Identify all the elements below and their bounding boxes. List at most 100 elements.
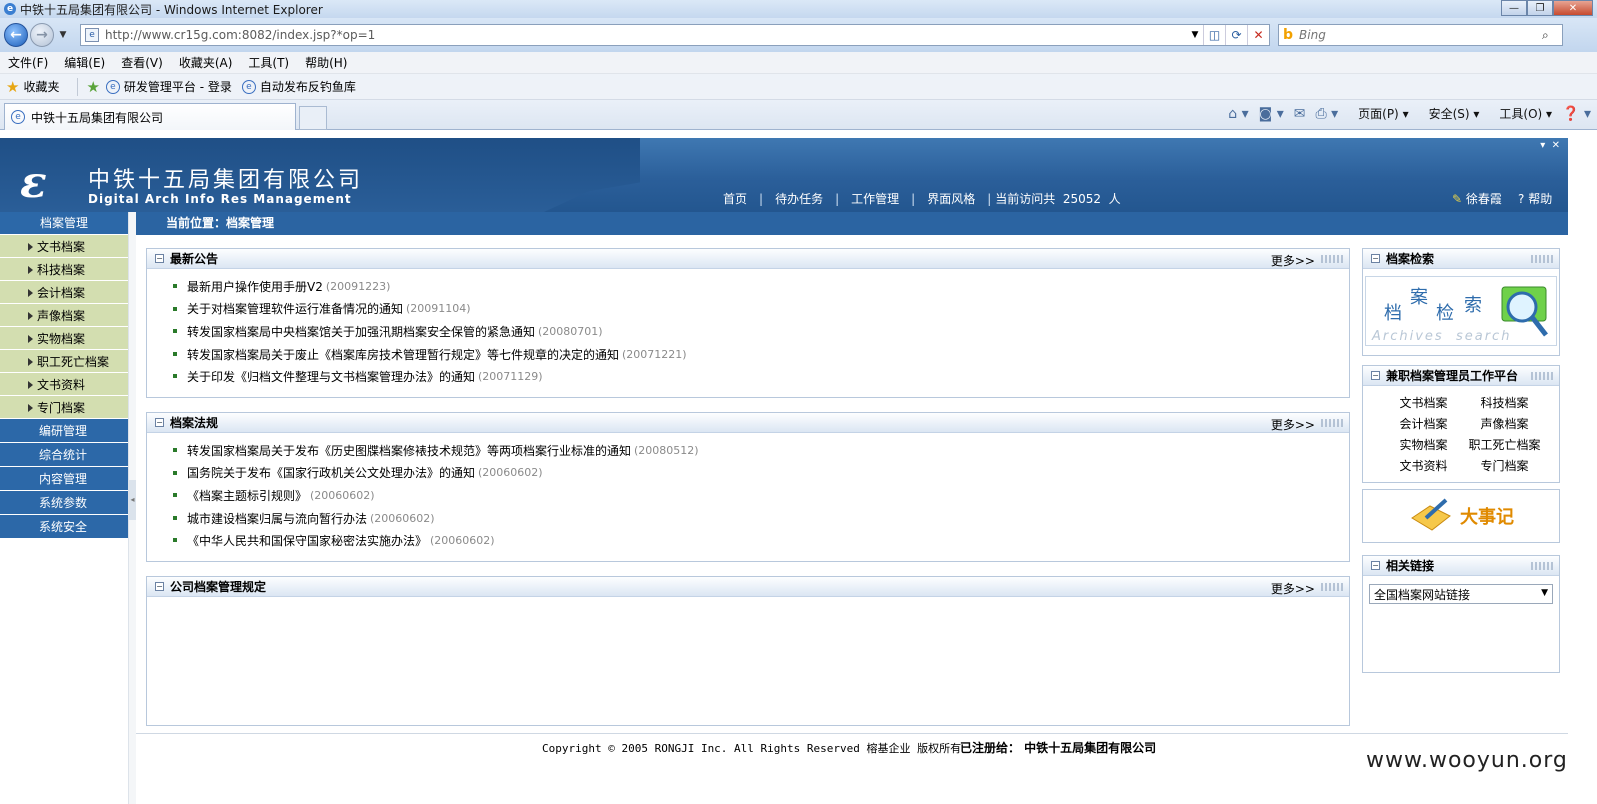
favorites-button[interactable]: ★ 收藏夹 [6,78,59,96]
platform-link[interactable]: 文书资料 [1383,457,1464,473]
sidebar-item-keji[interactable]: 科技档案 [0,258,128,281]
tab-current[interactable]: e 中铁十五局集团有限公司 [4,103,296,130]
list-item[interactable]: 最新用户操作使用手册V2 (20091223) [173,275,1349,298]
sidebar-item-zhigong[interactable]: 职工死亡档案 [0,350,128,373]
platform-link[interactable]: 科技档案 [1464,394,1545,410]
fav-link-antiphishing[interactable]: e 自动发布反钓鱼库 [241,78,356,95]
more-link[interactable]: 更多>> [1271,252,1315,269]
tools-menu[interactable]: 工具(O) ▾ [1489,105,1552,122]
sidebar-item-wenshu[interactable]: 文书档案 [0,235,128,258]
collapse-toggle-icon[interactable]: − [1371,561,1380,570]
list-item[interactable]: 《中华人民共和国保守国家秘密法实施办法》 (20060602) [173,529,1349,552]
menu-favorites[interactable]: 收藏夹(A) [179,54,233,71]
sidebar-item-canshu[interactable]: 系统参数 [0,491,128,515]
sidebar-item-neirong[interactable]: 内容管理 [0,467,128,491]
forward-button[interactable]: → [30,23,54,47]
user-link[interactable]: ✎ 徐春霞 [1452,190,1502,207]
sidebar-item-wenshu-ziliao[interactable]: 文书资料 [0,373,128,396]
compat-view-icon[interactable]: ◫ [1203,25,1225,45]
platform-link[interactable]: 文书档案 [1383,394,1464,410]
platform-link[interactable]: 实物档案 [1383,436,1464,452]
safety-menu[interactable]: 安全(S) ▾ [1419,105,1480,122]
nav-home[interactable]: 首页 [723,190,747,207]
sidebar-item-kuaiji[interactable]: 会计档案 [0,281,128,304]
nav-style[interactable]: 界面风格 [927,190,975,207]
collapse-toggle-icon[interactable]: − [1371,254,1380,263]
close-window-button[interactable]: ✕ [1553,0,1593,16]
sidebar-splitter[interactable]: ◂ [128,212,136,804]
refresh-icon[interactable]: ⟳ [1225,25,1247,45]
address-bar[interactable]: e http://www.cr15g.com:8082/index.jsp?*o… [80,24,1270,46]
menu-edit[interactable]: 编辑(E) [64,54,105,71]
more-link[interactable]: 更多>> [1271,580,1315,597]
platform-link[interactable]: 会计档案 [1383,415,1464,431]
home-icon[interactable]: ⌂ ▾ [1228,106,1248,122]
list-item[interactable]: 国务院关于发布《国家行政机关公文处理办法》的通知 (20060602) [173,462,1349,485]
platform-link[interactable]: 职工死亡档案 [1464,436,1545,452]
fav-link-rd-platform[interactable]: e 研发管理平台 - 登录 [105,78,232,95]
print-icon[interactable]: ⎙ ▾ [1315,106,1338,122]
collapse-toggle-icon[interactable]: − [1371,371,1380,380]
item-link[interactable]: 转发国家档案局关于发布《历史图牒档案修裱技术规范》等两项档案行业标准的通知 [187,442,631,459]
item-link[interactable]: 《档案主题标引规则》 [187,487,307,504]
list-item[interactable]: 关于对档案管理软件运行准备情况的通知 (20091104) [173,298,1349,321]
address-dropdown-icon[interactable]: ▼ [1187,30,1203,40]
add-favorite-icon[interactable]: ★ [86,78,99,96]
collapse-toggle-icon[interactable]: − [155,254,164,263]
item-link[interactable]: 转发国家档案局中央档案馆关于加强汛期档案安全保管的紧急通知 [187,323,535,340]
grip-icon [1531,372,1553,380]
sidebar-head[interactable]: 档案管理 [0,212,128,235]
feeds-icon[interactable]: ◙ ▾ [1259,106,1284,122]
collapse-toggle-icon[interactable]: − [155,418,164,427]
back-button[interactable]: ← [4,23,28,47]
mail-icon[interactable]: ✉ [1294,106,1306,122]
search-icon[interactable]: ⌕ [1542,28,1562,43]
new-tab-button[interactable] [299,106,327,130]
item-link[interactable]: 最新用户操作使用手册V2 [187,278,323,295]
history-dropdown-icon[interactable]: ▼ [56,26,70,44]
menu-tools[interactable]: 工具(T) [248,54,289,71]
collapse-handle[interactable]: ◂ [129,480,136,520]
item-link[interactable]: 《中华人民共和国保守国家秘密法实施办法》 [187,532,427,549]
list-item[interactable]: 转发国家档案局关于发布《历史图牒档案修裱技术规范》等两项档案行业标准的通知 (20… [173,439,1349,462]
platform-link[interactable]: 专门档案 [1464,457,1545,473]
list-item[interactable]: 转发国家档案局关于废止《档案库房技术管理暂行规定》等七件规章的决定的通知 (200… [173,343,1349,366]
search-input[interactable] [1299,28,1542,42]
help-icon[interactable]: ❓ ▾ [1562,106,1591,122]
item-link[interactable]: 国务院关于发布《国家行政机关公文处理办法》的通知 [187,464,475,481]
maximize-button[interactable]: ❐ [1527,0,1553,16]
item-link[interactable]: 关于对档案管理软件运行准备情况的通知 [187,300,403,317]
item-link[interactable]: 城市建设档案归属与流向暂行办法 [187,510,367,527]
sidebar-item-shiwu[interactable]: 实物档案 [0,327,128,350]
help-link[interactable]: ? 帮助 [1518,190,1552,207]
stop-icon[interactable]: ✕ [1247,25,1269,45]
header-controls[interactable]: ▾ ✕ [1540,140,1560,151]
collapse-toggle-icon[interactable]: − [155,582,164,591]
search-box[interactable]: b ⌕ [1278,24,1563,46]
major-events-banner[interactable]: 大事记 [1362,489,1560,543]
minimize-button[interactable]: — [1501,0,1527,16]
nav-work[interactable]: 工作管理 [851,190,899,207]
sidebar-item-bianyan[interactable]: 编研管理 [0,419,128,443]
list-item[interactable]: 转发国家档案局中央档案馆关于加强汛期档案安全保管的紧急通知 (20080701) [173,320,1349,343]
url-text[interactable]: http://www.cr15g.com:8082/index.jsp?*op=… [105,28,1187,42]
nav-todo[interactable]: 待办任务 [775,190,823,207]
sidebar-item-anquan[interactable]: 系统安全 [0,515,128,539]
sidebar-item-tongji[interactable]: 综合统计 [0,443,128,467]
item-link[interactable]: 关于印发《归档文件整理与文书档案管理办法》的通知 [187,368,475,385]
menu-bar: 文件(F) 编辑(E) 查看(V) 收藏夹(A) 工具(T) 帮助(H) [0,52,1597,74]
links-select[interactable]: 全国档案网站链接 ▼ [1369,584,1553,604]
list-item[interactable]: 城市建设档案归属与流向暂行办法 (20060602) [173,507,1349,530]
sidebar-item-shengxiang[interactable]: 声像档案 [0,304,128,327]
archive-search-banner[interactable]: 档 案 检 索 Archives search [1365,276,1557,346]
menu-file[interactable]: 文件(F) [8,54,48,71]
page-menu[interactable]: 页面(P) ▾ [1348,105,1408,122]
list-item[interactable]: 关于印发《归档文件整理与文书档案管理办法》的通知 (20071129) [173,365,1349,388]
sidebar-item-zhuanmen[interactable]: 专门档案 [0,396,128,419]
platform-link[interactable]: 声像档案 [1464,415,1545,431]
menu-help[interactable]: 帮助(H) [305,54,347,71]
item-link[interactable]: 转发国家档案局关于废止《档案库房技术管理暂行规定》等七件规章的决定的通知 [187,346,619,363]
list-item[interactable]: 《档案主题标引规则》 (20060602) [173,484,1349,507]
more-link[interactable]: 更多>> [1271,416,1315,433]
menu-view[interactable]: 查看(V) [121,54,163,71]
